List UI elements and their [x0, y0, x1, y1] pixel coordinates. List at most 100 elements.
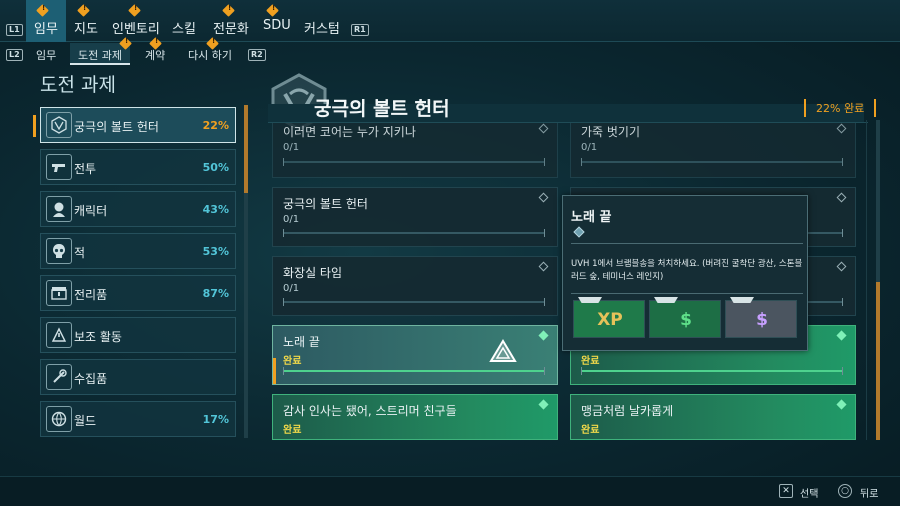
tab-customize[interactable]: 커스텀 [304, 18, 340, 37]
challenge-category-title-overlay: 궁극의 볼트 헌터 [314, 98, 450, 120]
header-divider [268, 122, 868, 123]
challenge-title: 가죽 벗기기 [581, 125, 641, 139]
challenge-card[interactable]: 감사 인사는 됐어, 스트리머 친구들 완료 [272, 394, 558, 440]
challenge-card[interactable]: 화장실 타임 0/1 [272, 256, 558, 316]
category-character[interactable]: 캐릭터 43% [40, 191, 236, 227]
challenge-title: 노래 끝 [283, 335, 320, 349]
challenge-title: 궁극의 볼트 헌터 [283, 197, 368, 211]
challenge-status: 완료 [581, 356, 600, 367]
tab-label: 커스텀 [304, 22, 340, 37]
character-head-icon [46, 196, 72, 222]
category-ultimate-vault-hunter[interactable]: 궁극의 볼트 헌터 22% [40, 107, 236, 143]
tab-map[interactable]: 지도 [74, 18, 98, 37]
tab-label: 임무 [34, 22, 58, 37]
challenge-progress: 0/1 [581, 142, 598, 153]
cash-reward-icon: $ [649, 297, 721, 338]
collectible-icon [46, 364, 72, 390]
category-side-activities[interactable]: 보조 활동 [40, 317, 236, 353]
diamond-icon [538, 192, 549, 203]
challenge-title: 이러면 코어는 누가 지키나 [283, 125, 416, 139]
page-title: 도전 과제 [40, 74, 116, 96]
challenge-scrollbar-thumb[interactable] [876, 282, 880, 440]
vault-emblem-icon [46, 112, 72, 138]
challenge-progress: 0/1 [283, 214, 300, 225]
tab-label: 스킬 [172, 22, 196, 37]
subtab-label: 임무 [36, 49, 57, 62]
challenge-status: 완료 [283, 425, 302, 436]
alert-icon [222, 4, 235, 17]
category-percent: 87% [202, 287, 229, 300]
diamond-icon [538, 123, 549, 134]
side-activity-icon [46, 322, 72, 348]
back-action-label[interactable]: 뒤로 [860, 485, 878, 500]
category-percent: 22% [202, 119, 229, 132]
l1-button-hint[interactable]: L1 [6, 24, 23, 36]
sub-nav: L2 임무 도전 과제 계약 다시 하기 R2 [0, 37, 900, 65]
l2-button-hint[interactable]: L2 [6, 49, 23, 61]
xp-reward-icon: XP [573, 297, 645, 338]
tooltip-divider [571, 293, 803, 294]
reward-label: $ [680, 310, 692, 330]
challenge-title: 화장실 타임 [283, 266, 343, 280]
category-enemies[interactable]: 적 53% [40, 233, 236, 269]
category-percent: 43% [202, 203, 229, 216]
tab-missions[interactable]: 임무 [26, 0, 66, 42]
tab-label: SDU [263, 18, 291, 33]
enemy-skull-icon [46, 238, 72, 264]
selection-marker [33, 115, 36, 137]
category-collectibles[interactable]: 수집품 [40, 359, 236, 395]
diamond-icon [836, 330, 847, 341]
subtab-label: 다시 하기 [188, 49, 232, 62]
tab-label: 전문화 [213, 22, 249, 37]
category-percent: 17% [202, 413, 229, 426]
reward-label: XP [597, 310, 623, 330]
challenge-progress-bar [283, 158, 545, 166]
tab-sdu[interactable]: SDU [263, 18, 291, 33]
eridium-reward-icon: $ [725, 297, 797, 338]
cursor-icon [489, 339, 517, 365]
diamond-icon [538, 399, 549, 410]
subtab-missions[interactable]: 임무 [36, 47, 56, 63]
category-name: 전리품 [74, 288, 108, 302]
diamond-icon [836, 399, 847, 410]
completion-percent-overlay: 22% 완료 [804, 99, 877, 117]
challenge-card[interactable]: 궁극의 볼트 헌터 0/1 [272, 187, 558, 247]
tab-label: 지도 [74, 22, 98, 37]
tab-label: 인벤토리 [112, 22, 160, 37]
challenge-progress: 0/1 [283, 283, 300, 294]
category-name: 전투 [74, 162, 97, 176]
select-action-label[interactable]: 선택 [800, 485, 818, 500]
loot-chest-icon [46, 280, 72, 306]
challenge-card[interactable]: 이러면 코어는 누가 지키나 0/1 [272, 118, 558, 178]
challenge-card[interactable]: 가죽 벗기기 0/1 [570, 118, 856, 178]
challenge-title: 감사 인사는 됐어, 스트리머 친구들 [283, 404, 457, 418]
challenge-progress-bar [283, 367, 545, 375]
category-percent: 53% [202, 245, 229, 258]
tab-specializations[interactable]: 전문화 [213, 18, 249, 37]
challenge-progress-bar [581, 158, 843, 166]
diamond-icon [538, 261, 549, 272]
world-icon [46, 406, 72, 432]
category-combat[interactable]: 전투 50% [40, 149, 236, 185]
r2-button-hint[interactable]: R2 [248, 49, 266, 61]
tab-skills[interactable]: 스킬 [172, 18, 196, 37]
circle-button-icon[interactable]: ○ [838, 484, 852, 498]
list-divider [866, 120, 867, 440]
pistol-icon [46, 154, 72, 180]
challenge-status: 완료 [581, 425, 600, 436]
challenge-card-selected[interactable]: 노래 끝 완료 [272, 325, 558, 385]
tab-inventory[interactable]: 인벤토리 [112, 18, 160, 37]
top-nav: L1 임무 지도 인벤토리 스킬 전문화 SDU 커스텀 R1 [0, 0, 900, 42]
category-world[interactable]: 월드 17% [40, 401, 236, 437]
challenge-progress-bar [283, 229, 545, 237]
cross-button-icon[interactable]: ✕ [779, 484, 793, 498]
diamond-icon [836, 192, 847, 203]
challenge-progress: 0/1 [283, 142, 300, 153]
r1-button-hint[interactable]: R1 [351, 24, 369, 36]
tooltip-divider [571, 243, 803, 244]
category-scrollbar-thumb[interactable] [244, 105, 248, 193]
category-loot[interactable]: 전리품 87% [40, 275, 236, 311]
subtab-replay[interactable]: 다시 하기 [188, 47, 232, 63]
challenge-card[interactable]: 맹금처럼 날카롭게 완료 [570, 394, 856, 440]
alert-icon [266, 4, 279, 17]
